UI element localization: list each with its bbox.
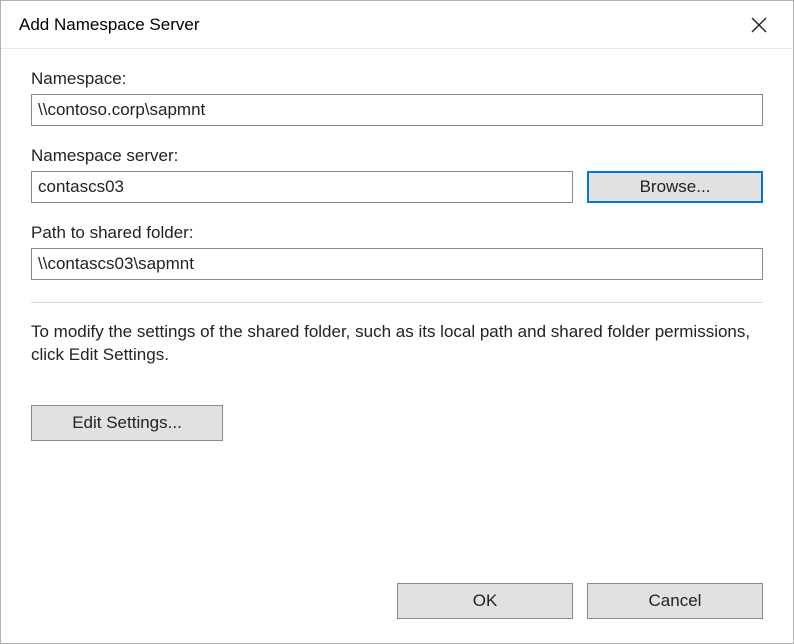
cancel-button[interactable]: Cancel (587, 583, 763, 619)
path-input[interactable] (31, 248, 763, 280)
path-label: Path to shared folder: (31, 223, 763, 243)
ok-button[interactable]: OK (397, 583, 573, 619)
dialog-content: Namespace: Namespace server: Browse... P… (1, 49, 793, 583)
browse-button[interactable]: Browse... (587, 171, 763, 203)
namespace-label: Namespace: (31, 69, 763, 89)
titlebar: Add Namespace Server (1, 1, 793, 49)
help-text: To modify the settings of the shared fol… (31, 321, 763, 367)
namespace-server-input[interactable] (31, 171, 573, 203)
close-button[interactable] (731, 3, 787, 47)
dialog-footer: OK Cancel (1, 583, 793, 643)
namespace-server-label: Namespace server: (31, 146, 763, 166)
divider (31, 302, 763, 303)
dialog-window: Add Namespace Server Namespace: Namespac… (0, 0, 794, 644)
window-title: Add Namespace Server (19, 15, 731, 35)
edit-settings-button[interactable]: Edit Settings... (31, 405, 223, 441)
namespace-input[interactable] (31, 94, 763, 126)
close-icon (751, 17, 767, 33)
namespace-server-row: Browse... (31, 171, 763, 203)
